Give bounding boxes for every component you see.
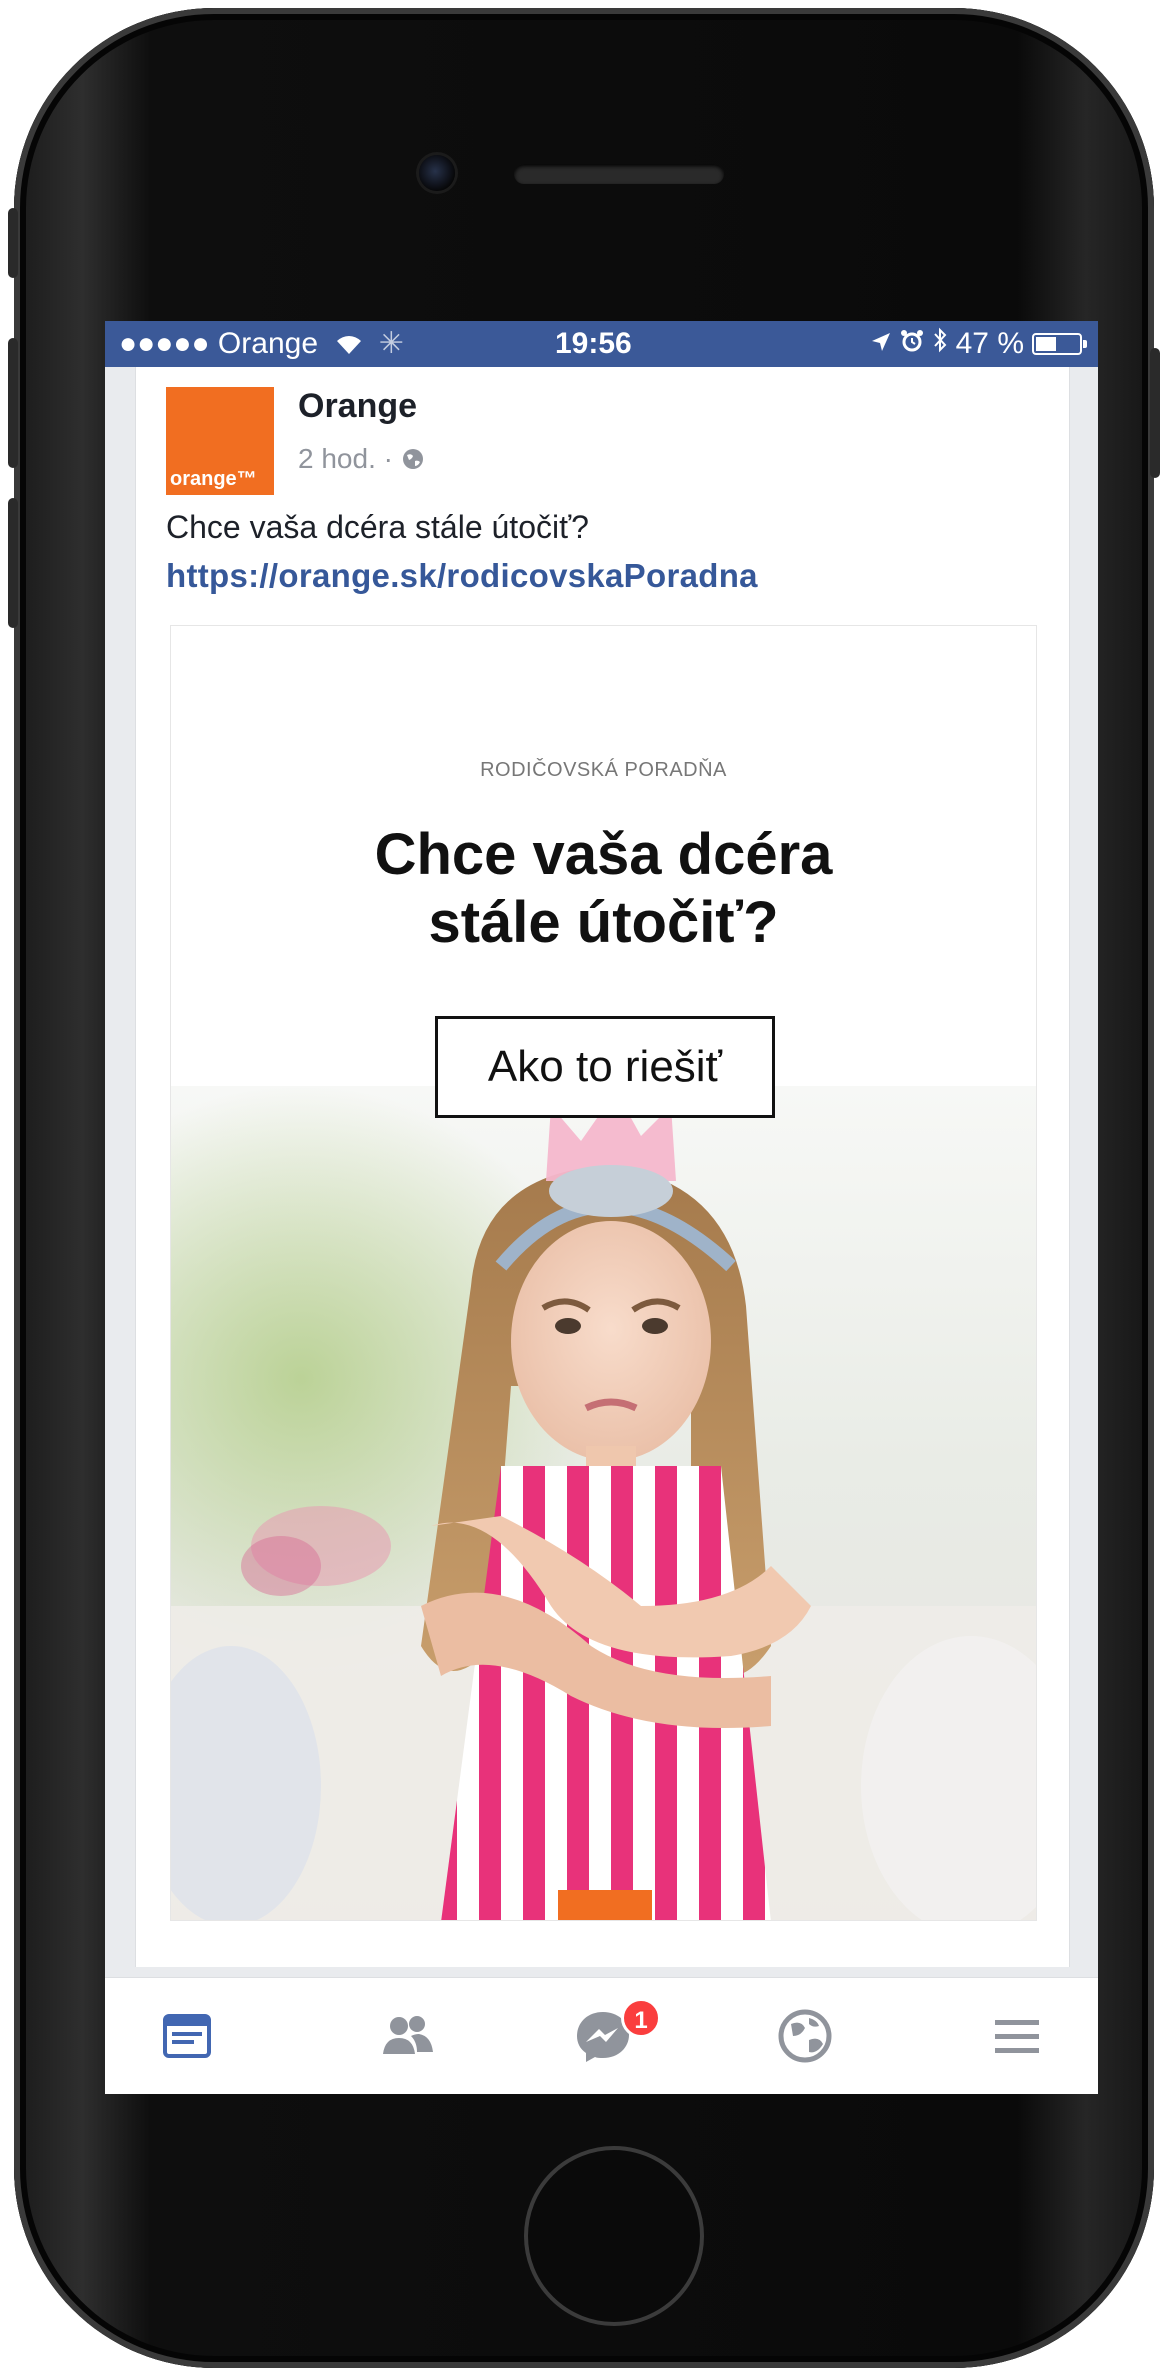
tab-notifications[interactable] bbox=[775, 2006, 835, 2066]
post-card: orange™ Orange 2 hod. · Chce vaša dcéra … bbox=[135, 367, 1070, 1967]
earpiece-speaker bbox=[514, 164, 724, 184]
ad-headline-line1: Chce vaša dcéra bbox=[374, 822, 833, 887]
bluetooth-icon bbox=[932, 321, 948, 367]
front-camera bbox=[419, 155, 455, 191]
ad-headline: Chce vaša dcéra stále útočiť? bbox=[171, 821, 1036, 957]
home-button[interactable] bbox=[524, 2146, 704, 2326]
globe-icon bbox=[778, 2009, 832, 2063]
status-bar: ●●●●● Orange ✳ 19:56 47 % bbox=[105, 321, 1098, 367]
public-globe-icon bbox=[401, 446, 425, 478]
friends-icon bbox=[383, 2016, 433, 2054]
activity-spinner-icon: ✳ bbox=[378, 327, 404, 360]
menu-icon bbox=[995, 2020, 1039, 2053]
carrier-label: ●●●●● Orange bbox=[119, 327, 318, 360]
ad-creative[interactable]: RODIČOVSKÁ PORADŇA Chce vaša dcéra stále… bbox=[170, 625, 1037, 1921]
volume-down-button bbox=[8, 498, 18, 628]
power-button bbox=[1150, 348, 1160, 478]
post-meta: 2 hod. · bbox=[298, 443, 425, 478]
girl-with-crown-photo bbox=[171, 1086, 1036, 1920]
ad-eyebrow: RODIČOVSKÁ PORADŇA bbox=[480, 759, 727, 781]
ad-cta-button[interactable]: Ako to riešiť bbox=[435, 1016, 775, 1118]
news-feed-icon bbox=[163, 2014, 211, 2058]
volume-up-button bbox=[8, 338, 18, 468]
battery-icon bbox=[1032, 333, 1087, 355]
mute-switch bbox=[8, 208, 18, 278]
clock: 19:56 bbox=[555, 327, 632, 360]
tab-menu[interactable] bbox=[987, 2006, 1047, 2066]
battery-percent: 47 % bbox=[955, 327, 1024, 360]
tab-messenger[interactable]: 1 bbox=[573, 1998, 661, 2066]
messenger-badge: 1 bbox=[621, 1998, 661, 2038]
orange-logo[interactable]: orange™ bbox=[166, 387, 274, 495]
tab-friends[interactable] bbox=[377, 2006, 437, 2066]
post-text: Chce vaša dcéra stále útočiť? bbox=[166, 509, 589, 545]
phone-screen: ●●●●● Orange ✳ 19:56 47 % orange™ Orange bbox=[105, 321, 1098, 2094]
battery-level bbox=[1036, 337, 1056, 351]
post-time[interactable]: 2 hod. · bbox=[298, 443, 393, 474]
post-link[interactable]: https://orange.sk/rodicovskaPoradna bbox=[166, 557, 758, 595]
location-arrow-icon bbox=[870, 321, 892, 367]
alarm-icon bbox=[900, 321, 924, 367]
ad-headline-line2: stále útočiť? bbox=[428, 890, 779, 955]
ad-orange-tab bbox=[558, 1890, 652, 1920]
bottom-tab-bar: 1 bbox=[105, 1977, 1098, 2094]
tab-news-feed[interactable] bbox=[157, 2006, 217, 2066]
logo-wordmark: orange™ bbox=[170, 468, 257, 490]
wifi-icon bbox=[334, 324, 364, 370]
page-name[interactable]: Orange bbox=[298, 387, 417, 426]
